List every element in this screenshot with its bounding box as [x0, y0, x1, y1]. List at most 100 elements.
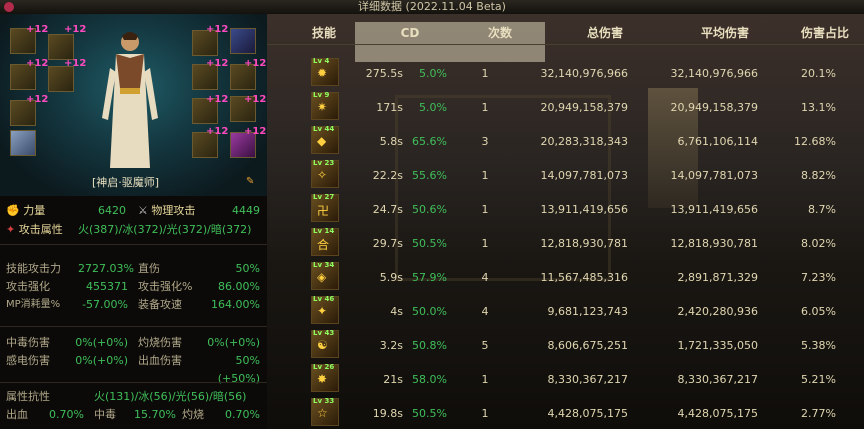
- cd-cell: 24.7s: [372, 203, 403, 216]
- skill-icon[interactable]: Lv 33 ☆: [311, 397, 339, 426]
- col-header-share[interactable]: 伤害占比: [790, 22, 860, 44]
- skill-glyph-icon: ✧: [317, 168, 328, 182]
- total-damage-cell: 4,428,075,175: [547, 407, 628, 420]
- avg-damage-cell: 4,428,075,175: [677, 407, 758, 420]
- cd-cell: 22.2s: [372, 169, 403, 182]
- skill-icon[interactable]: Lv 34 ◈: [311, 261, 339, 290]
- bleed-dmg-label: 出血伤害: [138, 354, 182, 367]
- skill-glyph-icon: ☯: [317, 338, 328, 352]
- cdr-cell: 50.5%: [412, 237, 447, 250]
- skill-icon[interactable]: Lv 9 ✷: [311, 91, 339, 120]
- poison-rate-label: 中毒: [94, 408, 116, 421]
- skill-icon[interactable]: Lv 44 ◆: [311, 125, 339, 154]
- equip-slot-icon[interactable]: [230, 28, 256, 54]
- skill-icon[interactable]: Lv 27 卍: [311, 193, 339, 222]
- avg-damage-cell: 13,911,419,656: [670, 203, 758, 216]
- atk-speed-label: 装备攻速: [138, 298, 182, 311]
- skill-icon[interactable]: Lv 23 ✧: [311, 159, 339, 188]
- settings-wrench-icon[interactable]: ✎: [246, 176, 254, 187]
- upgrade-label: +12: [64, 58, 87, 69]
- skill-glyph-icon: ◈: [317, 270, 327, 284]
- elem-attr-value: 火(387)/冰(372)/光(372)/暗(372): [78, 223, 252, 236]
- upgrade-label: +12: [244, 58, 267, 69]
- header-divider: [267, 44, 864, 45]
- avg-damage-cell: 1,721,335,050: [677, 339, 758, 352]
- skill-icon[interactable]: Lv 14 合: [311, 227, 339, 256]
- cd-cell: 4s: [390, 305, 403, 318]
- upgrade-label: +12: [206, 126, 229, 137]
- avg-damage-cell: 2,420,280,936: [677, 305, 758, 318]
- upgrade-label: +12: [26, 24, 49, 35]
- skill-icon[interactable]: Lv 26 ✸: [311, 363, 339, 392]
- count-cell: 1: [481, 373, 489, 386]
- cd-cell: 3.2s: [379, 339, 403, 352]
- equip-slot-icon[interactable]: [48, 34, 74, 60]
- cd-cell: 5.8s: [379, 135, 403, 148]
- share-cell: 5.21%: [801, 373, 836, 386]
- cd-cell: 19.8s: [372, 407, 403, 420]
- upgrade-label: +12: [26, 94, 49, 105]
- equip-slot-icon[interactable]: [48, 66, 74, 92]
- atk-boost-label: 攻击强化: [6, 280, 50, 293]
- col-header-cd[interactable]: CD: [370, 22, 450, 44]
- background-window: [395, 95, 611, 281]
- cdr-cell: 58.0%: [412, 373, 447, 386]
- total-damage-cell: 32,140,976,966: [540, 67, 628, 80]
- skill-glyph-icon: ☆: [317, 406, 328, 420]
- count-cell: 4: [481, 305, 489, 318]
- divider: [0, 244, 267, 245]
- atk-boost-value: 455371: [86, 280, 128, 293]
- cd-cell: 29.7s: [372, 237, 403, 250]
- share-cell: 7.23%: [801, 271, 836, 284]
- share-cell: 8.82%: [801, 169, 836, 182]
- total-damage-cell: 9,681,123,743: [547, 305, 628, 318]
- burn-rate-value: 0.70%: [225, 408, 260, 421]
- window-title: 详细数据 (2022.11.04 Beta): [358, 0, 506, 13]
- skill-glyph-icon: ✷: [317, 100, 328, 114]
- col-header-count[interactable]: 次数: [470, 22, 530, 44]
- burn-dmg-label: 灼烧伤害: [138, 336, 182, 349]
- skill-level-label: Lv 34: [313, 261, 335, 269]
- character-portrait: +12 +12 +12 +12 +12 +12 +12 +12 +12 +12 …: [0, 14, 267, 196]
- shock-dmg-label: 感电伤害: [6, 354, 50, 367]
- avg-damage-cell: 20,949,158,379: [670, 101, 758, 114]
- bleed-dmg-value: 50%(+50%): [217, 354, 260, 385]
- element-icon: ✦: [6, 223, 16, 236]
- title-slot-icon[interactable]: [10, 130, 36, 156]
- col-header-skill[interactable]: 技能: [296, 22, 352, 44]
- skill-glyph-icon: ✸: [317, 372, 328, 386]
- share-cell: 20.1%: [801, 67, 836, 80]
- cdr-cell: 5.0%: [419, 67, 447, 80]
- cdr-cell: 65.6%: [412, 135, 447, 148]
- skill-icon[interactable]: Lv 4 ✹: [311, 57, 339, 86]
- total-damage-cell: 8,330,367,217: [547, 373, 628, 386]
- skill-icon[interactable]: Lv 43 ☯: [311, 329, 339, 358]
- skill-glyph-icon: ✦: [317, 304, 328, 318]
- cdr-cell: 50.6%: [412, 203, 447, 216]
- upgrade-label: +12: [206, 24, 229, 35]
- shock-dmg-value: 0%(+0%): [75, 354, 128, 367]
- cd-cell: 5.9s: [379, 271, 403, 284]
- strength-label: 力量: [23, 204, 46, 217]
- col-header-avg[interactable]: 平均伤害: [670, 22, 780, 44]
- skill-level-label: Lv 46: [313, 295, 335, 303]
- avg-damage-cell: 2,891,871,329: [677, 271, 758, 284]
- upgrade-label: +12: [206, 58, 229, 69]
- share-cell: 8.7%: [808, 203, 836, 216]
- col-header-total[interactable]: 总伤害: [550, 22, 660, 44]
- avg-damage-cell: 14,097,781,073: [670, 169, 758, 182]
- crit-dmg-label: 直伤: [138, 262, 160, 275]
- burn-dmg-value: 0%(+0%): [207, 336, 260, 349]
- total-damage-cell: 13,911,419,656: [540, 203, 628, 216]
- cdr-cell: 50.0%: [412, 305, 447, 318]
- mp-cost-value: -57.00%: [82, 298, 128, 311]
- count-cell: 1: [481, 203, 489, 216]
- total-damage-cell: 12,818,930,781: [540, 237, 628, 250]
- count-cell: 1: [481, 67, 489, 80]
- resist-label: 属性抗性: [6, 390, 50, 403]
- skill-icon[interactable]: Lv 46 ✦: [311, 295, 339, 324]
- atk-speed-value: 164.00%: [211, 298, 260, 311]
- stats-panel: ✊ 力量 6420 ⚔ 物理攻击 4449 ✦ 攻击属性 火(387)/冰(37…: [0, 196, 267, 429]
- upgrade-label: +12: [26, 58, 49, 69]
- upgrade-label: +12: [206, 94, 229, 105]
